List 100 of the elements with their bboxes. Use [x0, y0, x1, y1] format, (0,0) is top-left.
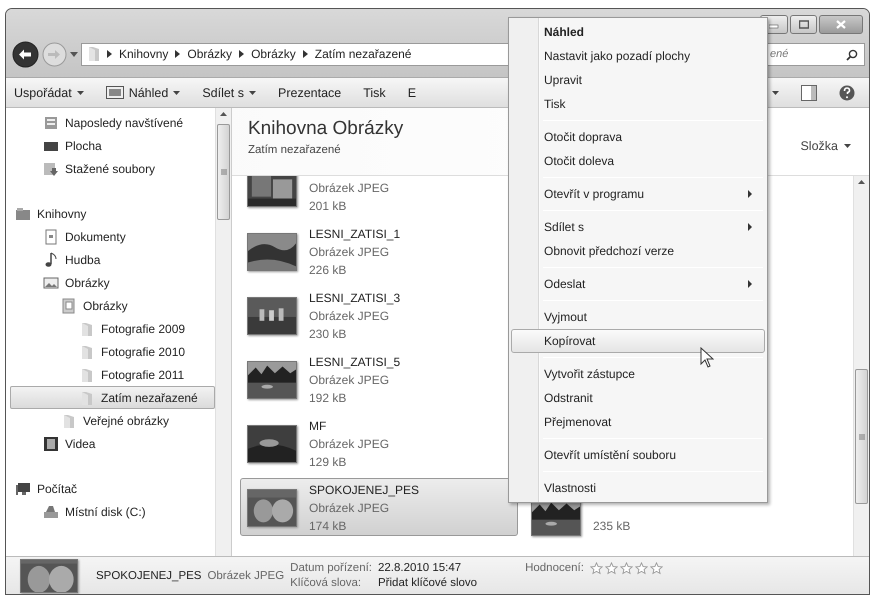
breadcrumb-item[interactable]: Obrázky	[251, 47, 296, 61]
star-icon	[634, 562, 648, 575]
breadcrumb-item[interactable]: Zatím nezařazené	[314, 47, 412, 61]
library-title: Knihovna Obrázky	[248, 118, 404, 140]
toolbar-button[interactable]: Náhled	[106, 84, 180, 102]
breadcrumb-arrow-icon	[175, 50, 180, 58]
library-subtitle: Zatím nezařazené	[248, 144, 342, 156]
date-value: 22.8.2010 15:47	[378, 562, 462, 574]
file-name: LESNI_ZATISI_1	[309, 227, 402, 241]
folder-icon	[79, 320, 95, 336]
menu-item[interactable]: Kopírovat	[511, 329, 765, 353]
keywords-link[interactable]: Přidat klíčové slovo	[378, 577, 478, 589]
menu-item[interactable]: Upravit	[511, 68, 765, 92]
file-size: 226 kB	[309, 263, 348, 277]
menu-item[interactable]: Otočit doprava	[511, 125, 765, 149]
breadcrumb-arrow-icon	[302, 50, 308, 58]
close-icon	[836, 20, 846, 29]
file-name: LESNI_ZATISI_3	[309, 291, 402, 305]
star-icon	[604, 562, 618, 575]
nav-item[interactable]: Zatím nezařazené	[10, 386, 215, 409]
breadcrumb-arrow-icon	[239, 50, 244, 58]
file-type: Obrázek JPEG	[309, 501, 390, 515]
scrollbar[interactable]	[215, 108, 231, 556]
breadcrumb-arrow-icon	[107, 50, 112, 58]
maximize-button[interactable]	[790, 15, 817, 34]
disk-drive-icon	[43, 504, 59, 520]
search-icon[interactable]	[846, 48, 858, 60]
nav-item[interactable]: Fotografie 2011	[10, 363, 215, 386]
nav-item[interactable]: Hudba	[10, 248, 215, 271]
file-name: MF	[309, 419, 328, 433]
preview-icon	[106, 86, 124, 99]
file-size: 192 kB	[309, 391, 348, 405]
document-icon	[43, 228, 59, 244]
nav-item[interactable]: Knihovny	[10, 202, 215, 225]
libraries-icon	[15, 206, 31, 222]
file-type: Obrázek JPEG	[309, 245, 390, 259]
file-size: 129 kB	[309, 455, 348, 469]
toolbar-button[interactable]: Tisk	[363, 84, 386, 102]
nav-item[interactable]: Plocha	[10, 134, 215, 157]
downloads-folder-icon	[43, 160, 59, 176]
recent-places-icon	[43, 114, 59, 130]
file-size: 174 kB	[309, 519, 348, 533]
file-type: Obrázek JPEG	[309, 309, 390, 323]
toolbar-button[interactable]: Prezentace	[278, 84, 342, 102]
search-field[interactable]: ené	[765, 42, 865, 66]
nav-item[interactable]: Počítač	[10, 477, 215, 500]
scrollbar[interactable]	[853, 176, 869, 556]
menu-item[interactable]: Náhled	[511, 20, 765, 44]
folder-icon	[61, 412, 77, 428]
grip-icon	[858, 434, 864, 440]
nav-item[interactable]: Videa	[10, 432, 215, 455]
caret-icon	[844, 144, 851, 148]
folder-icon	[79, 344, 95, 360]
file-type: Obrázek JPEG	[309, 373, 390, 387]
toolbar-button[interactable]: Sdílet s	[202, 84, 256, 102]
nav-item[interactable]: Stažené soubory	[10, 157, 215, 180]
menu-item[interactable]: Otočit doleva	[511, 149, 765, 173]
star-icon	[590, 562, 603, 575]
computer-icon	[15, 480, 31, 496]
toolbar-button[interactable]: E	[408, 84, 416, 102]
menu-item[interactable]: Tisk	[511, 92, 765, 116]
nav-item[interactable]: Obrázky	[10, 294, 215, 317]
back-button[interactable]	[12, 40, 39, 68]
nav-item[interactable]: Dokumenty	[10, 225, 215, 248]
breadcrumb-item[interactable]: Obrázky	[187, 47, 232, 61]
nav-item[interactable]: Fotografie 2009	[10, 317, 215, 340]
date-label: Datum pořízení:	[290, 562, 372, 574]
menu-item[interactable]: Nastavit jako pozadí plochy	[511, 44, 765, 68]
breadcrumb-item[interactable]: Knihovny	[119, 47, 168, 61]
help-icon[interactable]	[839, 84, 855, 100]
music-note-icon	[43, 252, 59, 268]
file-item[interactable]: SPOKOJENEJ_PES Obrázek JPEG 174 kB	[240, 478, 518, 536]
star-icon	[620, 562, 633, 575]
file-size: 235 kB	[593, 519, 632, 533]
file-type: Obrázek JPEG	[207, 570, 284, 582]
library-folder-icon	[61, 298, 77, 314]
nav-item[interactable]: Místní disk (C:)	[10, 500, 215, 523]
file-name: LESNI_ZATISI_5	[309, 355, 402, 369]
folder-icon	[88, 46, 100, 62]
scroll-up-arrow-icon[interactable]	[220, 112, 227, 116]
file-name: SPOKOJENEJ_PES	[309, 483, 420, 497]
folder-icon	[79, 390, 95, 406]
nav-item[interactable]: Naposledy navštívené	[10, 111, 215, 134]
file-type: Obrázek JPEG	[309, 181, 390, 195]
file-size: 230 kB	[309, 327, 348, 341]
scroll-up-arrow-icon[interactable]	[858, 180, 865, 184]
keywords-label: Klíčová slova:	[290, 577, 362, 589]
folder-icon	[79, 366, 95, 382]
history-dropdown-icon[interactable]	[70, 52, 78, 56]
toolbar-button[interactable]: Uspořádat	[14, 84, 84, 102]
file-size: 201 kB	[309, 199, 348, 213]
maximize-icon	[798, 20, 808, 29]
preview-pane-icon[interactable]	[801, 84, 817, 100]
nav-item[interactable]: Fotografie 2010	[10, 340, 215, 363]
file-type: Obrázek JPEG	[309, 437, 390, 451]
nav-item[interactable]: Veřejné obrázky	[10, 409, 215, 432]
nav-item[interactable]: Obrázky	[10, 271, 215, 294]
arrange-by-dropdown[interactable]: Složka	[794, 138, 857, 154]
close-button[interactable]	[819, 15, 863, 34]
pictures-icon	[43, 274, 59, 290]
